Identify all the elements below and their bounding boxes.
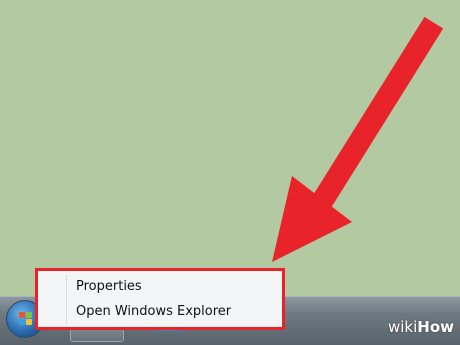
menu-item-properties[interactable]: Properties xyxy=(76,279,142,294)
windows-logo-icon xyxy=(19,312,33,326)
watermark-part2: How xyxy=(417,318,455,336)
wikihow-watermark: wikiHow xyxy=(388,318,454,336)
watermark-part1: wiki xyxy=(388,318,418,336)
menu-item-open-windows-explorer[interactable]: Open Windows Explorer xyxy=(76,304,231,319)
context-menu: Properties Open Windows Explorer xyxy=(35,268,285,330)
menu-gutter-divider xyxy=(66,275,67,325)
